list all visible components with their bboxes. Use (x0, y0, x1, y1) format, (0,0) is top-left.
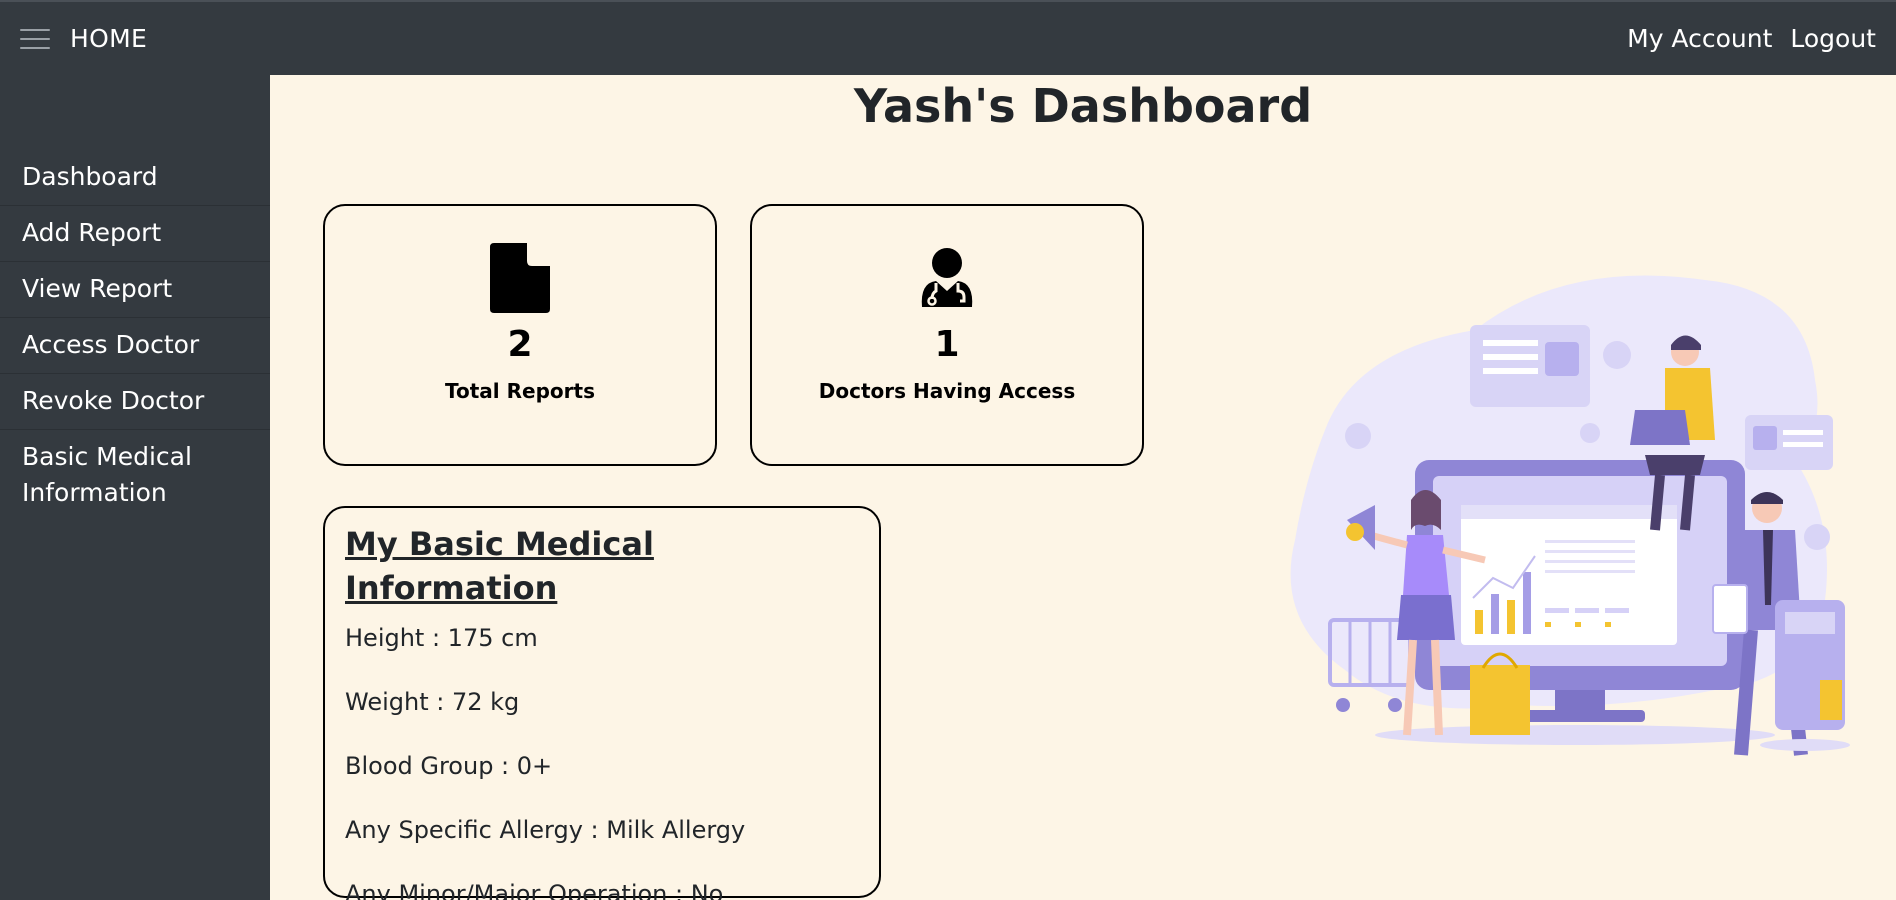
weight-row: Weight : 72 kg (345, 688, 520, 716)
doctors-access-label: Doctors Having Access (818, 379, 1076, 403)
total-reports-card: 2 Total Reports (323, 204, 717, 466)
sidebar-item-view-report[interactable]: View Report (0, 262, 270, 318)
top-navbar: HOME My Account Logout (0, 0, 1896, 75)
top-nav-links: My Account Logout (1627, 24, 1876, 53)
hamburger-menu-icon[interactable] (20, 27, 50, 51)
operation-row: Any Minor/Major Operation : No (345, 880, 724, 900)
sidebar-item-access-doctor[interactable]: Access Doctor (0, 318, 270, 374)
total-reports-value: 2 (507, 324, 533, 365)
sidebar-item-revoke-doctor[interactable]: Revoke Doctor (0, 374, 270, 430)
doctor-icon (918, 242, 976, 314)
doctors-access-card: 1 Doctors Having Access (750, 204, 1144, 466)
dashboard-illustration (1235, 200, 1875, 760)
blood-group-row: Blood Group : 0+ (345, 752, 553, 780)
page-title: Yash's Dashboard (853, 79, 1313, 133)
medical-info-title: My Basic Medical Information (345, 525, 654, 607)
height-row: Height : 175 cm (345, 624, 538, 652)
basic-medical-info-card: My Basic Medical Information Height : 17… (323, 506, 881, 900)
sidebar-item-dashboard[interactable]: Dashboard (0, 150, 270, 206)
doctors-access-value: 1 (934, 324, 960, 365)
sidebar-item-basic-medical-information[interactable]: Basic Medical Information (0, 430, 270, 521)
file-icon (490, 242, 550, 314)
total-reports-label: Total Reports (445, 379, 595, 403)
sidebar: Dashboard Add Report View Report Access … (0, 75, 270, 900)
my-account-link[interactable]: My Account (1627, 24, 1772, 53)
logout-link[interactable]: Logout (1790, 24, 1876, 53)
allergy-row: Any Specific Allergy : Milk Allergy (345, 816, 746, 844)
sidebar-item-add-report[interactable]: Add Report (0, 206, 270, 262)
home-link[interactable]: HOME (70, 24, 147, 53)
main-content: Yash's Dashboard 2 Total Reports 1 Docto… (270, 75, 1896, 900)
